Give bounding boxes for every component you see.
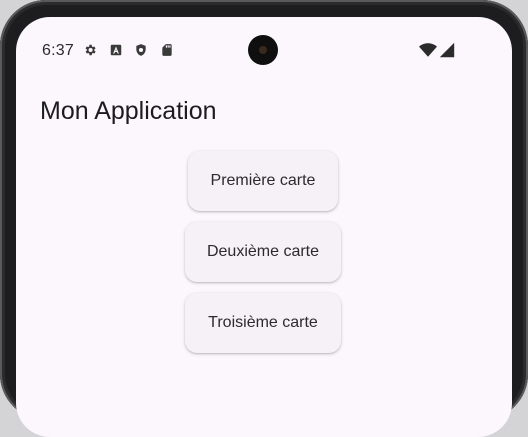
signal-icon (439, 42, 455, 58)
font-icon (110, 44, 122, 56)
status-bar: 6:37 (16, 17, 512, 83)
sd-card-icon (162, 44, 172, 56)
card-second[interactable]: Deuxième carte (185, 222, 341, 282)
card-third[interactable]: Troisième carte (185, 293, 341, 353)
settings-icon (85, 44, 96, 56)
card-second-label: Deuxième carte (206, 243, 320, 260)
card-first-label: Première carte (210, 172, 316, 189)
card-third-label: Troisième carte (208, 314, 318, 331)
app-title: Mon Application (40, 97, 217, 125)
screen: 6:37 Mon Application Première carte Deux… (16, 17, 512, 437)
wifi-icon (419, 43, 437, 57)
status-time: 6:37 (42, 42, 74, 59)
card-first[interactable]: Première carte (188, 151, 338, 211)
shield-icon (136, 44, 146, 56)
front-camera (248, 35, 278, 65)
phone-frame: 6:37 Mon Application Première carte Deux… (0, 0, 528, 437)
